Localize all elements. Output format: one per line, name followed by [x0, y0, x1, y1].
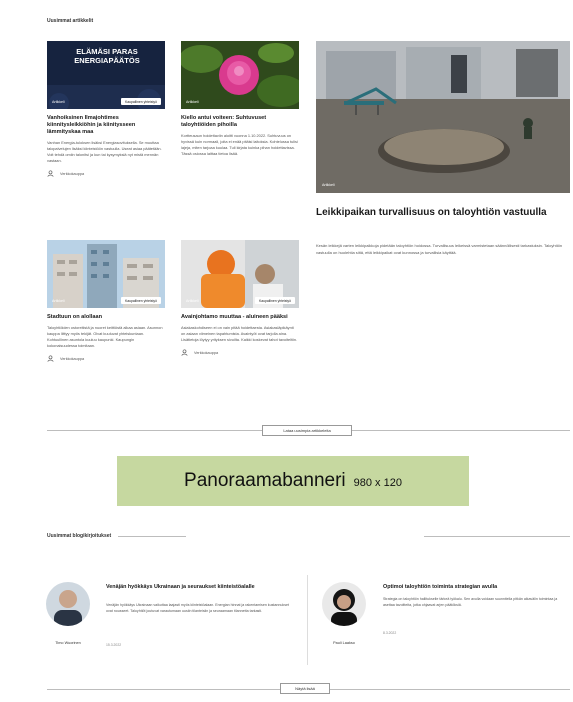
user-icon [47, 170, 54, 177]
article-author: Verkkokauppa [47, 355, 165, 362]
article-card-4[interactable]: Artikkeli Kaupallinen yhteistyö Avainjoh… [181, 240, 299, 356]
blogs-section-label: Uusimmat blogikirjoitukset [47, 533, 112, 539]
author-photo [46, 582, 90, 626]
blog-title[interactable]: Venäjän hyökkäys Ukrainaan ja seuraukset… [106, 583, 296, 591]
blog-author-name: Timo Wuorinen [55, 641, 81, 645]
author-name: Verkkokauppa [60, 356, 85, 361]
blog-excerpt: Venäjän hyökkäys Ukrainaan vaikuttaa laa… [106, 603, 289, 613]
article-card-3[interactable]: Artikkeli Kaupallinen yhteistyö Stadtuun… [47, 240, 165, 362]
article-author: Verkkokauppa [47, 170, 165, 177]
article-title[interactable]: Stadtuun on alollaan [47, 314, 165, 321]
user-icon [181, 349, 188, 356]
author-name: Verkkokauppa [194, 350, 219, 355]
avatar [322, 582, 366, 626]
show-more-button[interactable]: Näytä lisää [280, 683, 330, 694]
article-card-2[interactable]: Artikkeli Kiello antui voiteen: Suhtuvus… [181, 41, 299, 157]
author-photo [322, 582, 366, 626]
article-tag: Artikkeli [52, 299, 65, 303]
article-excerpt: Taloyhtiöiden ostoreitistä ja nuoret kei… [47, 325, 163, 348]
blog-excerpt: Strategia on taloyhtiön hallitukselle tä… [383, 597, 558, 607]
playground-image [316, 41, 570, 193]
article-tag: Artikkeli [186, 100, 199, 104]
blog-divider [307, 575, 308, 665]
divider-line [424, 536, 570, 537]
articles-section-label: Uusimmat artikkelit [47, 18, 94, 24]
article-card-1[interactable]: ELÄMÄSI PARAS ENERGIAPÄÄTÖS Artikkeli Ka… [47, 41, 165, 177]
article-title[interactable]: Kiello antui voiteen: Suhtuvuset taloyht… [181, 115, 299, 129]
featured-title[interactable]: Leikkipaikan turvallisuus on taloyhtiön … [316, 206, 564, 220]
article-excerpt: Kortteusaun hoidettaviin aloitti vuonna … [181, 133, 298, 156]
article-thumb-1[interactable]: ELÄMÄSI PARAS ENERGIAPÄÄTÖS Artikkeli Ka… [47, 41, 165, 109]
blog-author-name: Pauli Laakso [333, 641, 355, 645]
sponsored-pill: Kaupallinen yhteistyö [120, 98, 161, 105]
divider-line [118, 536, 186, 537]
article-thumb-4[interactable]: Artikkeli Kaupallinen yhteistyö [181, 240, 299, 308]
article-tag: Artikkeli [186, 299, 199, 303]
article-excerpt: Asiakaskohdiseen ei on vain pitää hoidet… [181, 325, 298, 342]
panorama-banner[interactable]: Panoraamabanneri 980 x 120 [117, 456, 469, 506]
user-icon [47, 355, 54, 362]
featured-excerpt: Kesän leikkejä varten leikkipaikkoja pid… [316, 243, 563, 255]
flower-image [181, 41, 299, 109]
article-thumb-2[interactable]: Artikkeli [181, 41, 299, 109]
blog-date: 15.3.2022 [106, 643, 122, 647]
sponsored-pill: Kaupallinen yhteistyö [254, 297, 295, 304]
banner-size-text: 980 x 120 [353, 476, 402, 489]
featured-image[interactable]: Artikkeli [316, 41, 570, 193]
article-tag: Artikkeli [52, 100, 65, 104]
avatar [46, 582, 90, 626]
featured-tag: Artikkeli [322, 183, 335, 187]
article-thumb-3[interactable]: Artikkeli Kaupallinen yhteistyö [47, 240, 165, 308]
banner-main-text: Panoraamabanneri [184, 470, 346, 491]
sponsored-pill: Kaupallinen yhteistyö [120, 297, 161, 304]
article-author: Verkkokauppa [181, 349, 299, 356]
load-more-button[interactable]: Lataa uusimpia artikkeleita [262, 425, 352, 436]
ad-banner-text: ELÄMÄSI PARAS ENERGIAPÄÄTÖS [74, 47, 140, 65]
article-title[interactable]: Avainjohtamo muuttaa - aluineen pääksi [181, 314, 299, 321]
blog-date: 8.3.2022 [383, 631, 397, 635]
page: Uusimmat artikkelit ELÄMÄSI PARAS ENERGI… [0, 0, 573, 702]
article-excerpt: Vanhan Energia-tuloksen lisäksi Energias… [47, 140, 162, 163]
article-title[interactable]: Vanhoiksinen Ilmajohtimes kiinnitysleikk… [47, 115, 165, 136]
blog-title[interactable]: Optimoi taloyhtiön toiminta strategian a… [383, 583, 569, 591]
author-name: Verkkokauppa [60, 171, 85, 176]
